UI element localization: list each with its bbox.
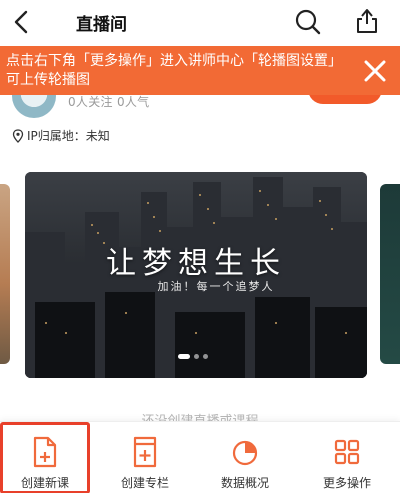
carousel-prev-slide[interactable] <box>0 184 10 364</box>
search-icon[interactable] <box>294 8 322 36</box>
bottom-toolbar: 创建新课 创建专栏 数据概况 更多操作 <box>0 421 400 493</box>
carousel-banner[interactable]: 让梦想生长 加油！每一个追梦人 <box>25 172 367 378</box>
carousel-dot-active <box>178 354 190 359</box>
ip-location: IP归属地：未知 <box>12 127 110 144</box>
back-arrow-icon[interactable] <box>10 8 34 36</box>
carousel-dot <box>203 354 208 359</box>
tip-text: 点击右下角「更多操作」进入讲师中心「轮播图设置」可上传轮播图 <box>6 53 342 88</box>
carousel-subslogan: 加油！每一个追梦人 <box>157 280 275 293</box>
carousel-slogan: 让梦想生长 <box>106 246 286 281</box>
close-icon[interactable] <box>362 58 388 84</box>
data-overview-label: 数据概况 <box>220 476 269 490</box>
share-icon[interactable] <box>354 7 380 35</box>
carousel-tip-banner: 点击右下角「更多操作」进入讲师中心「轮播图设置」可上传轮播图 <box>0 46 400 95</box>
page-title: 直播间 <box>76 15 127 35</box>
top-nav-bar: 直播间 <box>0 0 400 44</box>
data-overview-button[interactable]: 数据概况 <box>200 422 290 493</box>
create-course-button[interactable]: 创建新课 <box>0 422 90 493</box>
more-actions-label: 更多操作 <box>322 476 371 490</box>
new-course-icon <box>33 436 57 468</box>
more-actions-icon <box>334 439 360 465</box>
carousel-indicator <box>178 354 208 359</box>
more-actions-button[interactable]: 更多操作 <box>302 422 392 493</box>
follow-popularity-stats: 0人关注 0人气 <box>68 95 150 109</box>
new-column-icon <box>133 436 157 468</box>
data-overview-icon <box>232 440 258 466</box>
create-column-label: 创建专栏 <box>120 476 169 490</box>
carousel-dot <box>194 354 199 359</box>
carousel-next-slide[interactable] <box>380 184 400 364</box>
ip-location-text: IP归属地：未知 <box>27 129 110 143</box>
create-column-button[interactable]: 创建专栏 <box>100 422 190 493</box>
location-pin-icon <box>12 128 24 143</box>
create-course-label: 创建新课 <box>20 476 69 490</box>
